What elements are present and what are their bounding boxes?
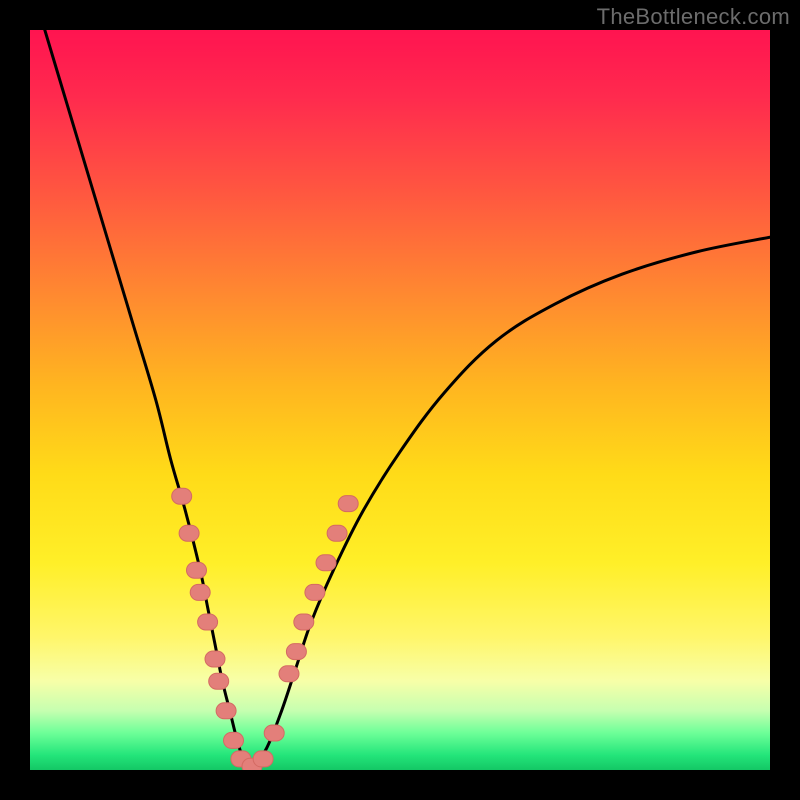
plot-area <box>30 30 770 770</box>
chart-stage: TheBottleneck.com <box>0 0 800 800</box>
watermark-text: TheBottleneck.com <box>597 4 790 30</box>
